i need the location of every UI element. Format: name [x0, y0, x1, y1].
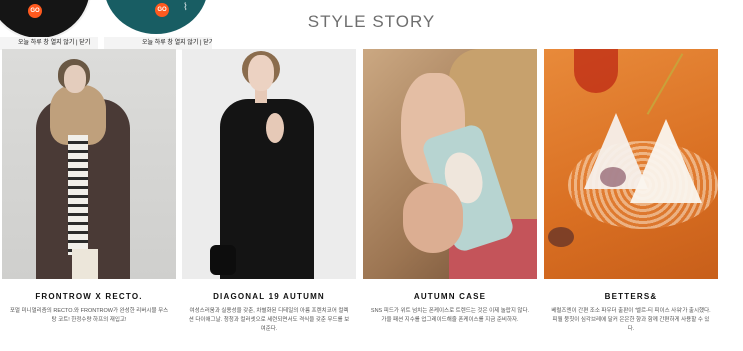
story-card-frontrow[interactable]: FRONTROW X RECTO. 포멀 미니멀리즘의 RECTO.와 FRON…: [2, 49, 176, 323]
story-card-betters[interactable]: BETTERS& 베럴즈엔이 간편 조소 파우더 출판이 '벨르-티 피이스 사…: [544, 49, 718, 332]
story-description: 여성스러움과 실용성을 갖춘, 차별화된 디테일의 아름 프렌치코어 컬렉션 다…: [188, 308, 350, 332]
story-card-diagonal[interactable]: DIAGONAL 19 AUTUMN 여성스러움과 실용성을 갖춘, 차별화된 …: [182, 49, 356, 332]
story-photo[interactable]: [363, 49, 537, 279]
story-title[interactable]: AUTUMN CASE: [363, 292, 537, 301]
story-description: 베럴즈엔이 간편 조소 파우더 출판이 '벨르-티 피이스 사워'가 출시했다.…: [551, 308, 711, 332]
story-description: SNS 피드가 위트 넘치는 폰케이스로 트렌드는 것은 이제 놀랍지 않다. …: [370, 308, 530, 323]
story-photo[interactable]: [182, 49, 356, 279]
story-description: 포멀 미니멀리즘의 RECTO.와 FRONTROW가 완성한 리버시블 무스탕…: [9, 308, 169, 323]
story-photo[interactable]: [544, 49, 718, 279]
story-title[interactable]: DIAGONAL 19 AUTUMN: [182, 292, 356, 301]
section-title: STYLE STORY: [307, 12, 436, 31]
story-title[interactable]: BETTERS&: [544, 292, 718, 301]
story-photo[interactable]: [2, 49, 176, 279]
story-title[interactable]: FRONTROW X RECTO.: [2, 292, 176, 301]
story-card-autumn-case[interactable]: AUTUMN CASE SNS 피드가 위트 넘치는 폰케이스로 트렌드는 것은…: [363, 49, 537, 323]
